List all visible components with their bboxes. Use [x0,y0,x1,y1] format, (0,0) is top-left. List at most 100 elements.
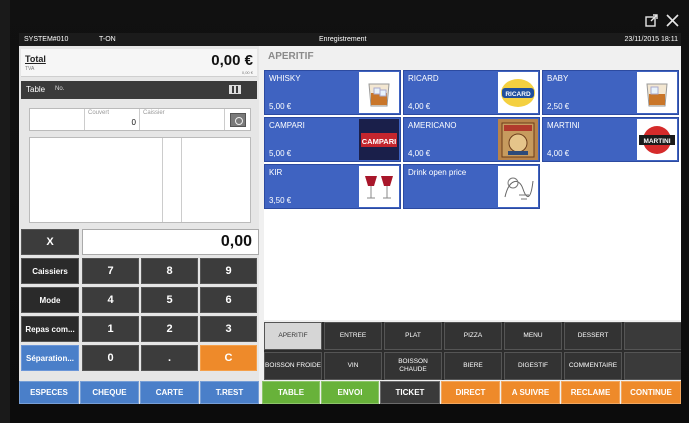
caissiers-button[interactable]: Caissiers [21,258,79,284]
empty-cell [30,109,85,130]
status-bar: SYSTEM#010 T-ON Enregistrement 23/11/201… [19,33,681,46]
ricard-logo-text: RICARD [505,91,531,98]
camera-icon[interactable] [230,113,246,127]
tva-label: TVA [25,66,35,72]
caissier-label: Caissier [143,110,165,116]
product-name: CAMPARI [269,121,305,130]
product-price: 4,00 € [547,149,570,158]
especes-button[interactable]: ESPECES [19,381,79,404]
tab-dessert[interactable]: DESSERT [564,322,622,350]
order-panel: Total TVA 0,00 € 0,00 € Table No. Couver… [19,46,259,404]
amount-display: 0,00 [82,229,259,255]
envoi-button[interactable]: ENVOI [321,381,379,404]
tab-digestif[interactable]: DIGESTIF [504,352,562,380]
campari-logo-icon: CAMPARI [359,119,399,160]
carte-button[interactable]: CARTE [140,381,199,404]
ticket-lines[interactable] [29,137,251,223]
tab-boisson-chaude[interactable]: BOISSON CHAUDE [384,352,442,380]
product-americano[interactable]: AMERICANO 4,00 € [403,117,540,162]
product-name: AMERICANO [408,121,457,130]
system-id: SYSTEM#010 [24,36,69,43]
keypad: X 0,00 Caissiers 7 8 9 Mode 4 5 6 Repas … [19,229,259,404]
product-name: RICARD [408,74,439,83]
a-suivre-button[interactable]: A SUIVRE [501,381,560,404]
separation-button[interactable]: Séparation... [21,345,79,371]
product-price: 4,00 € [408,102,431,111]
product-martini[interactable]: MARTINI 4,00 € MARTINI [542,117,679,162]
table-bar[interactable]: Table No. [21,81,257,99]
direct-button[interactable]: DIRECT [441,381,500,404]
key-2[interactable]: 2 [141,316,198,342]
close-icon[interactable] [666,14,679,29]
tab-vin[interactable]: VIN [324,352,382,380]
tab-empty[interactable] [624,352,681,380]
product-panel: APERITIF WHISKY 5,00 € RICARD 4,00 € RIC… [264,46,681,404]
key-9[interactable]: 9 [200,258,257,284]
product-name: MARTINI [547,121,580,130]
product-name: KIR [269,168,283,177]
americano-poster-icon [498,119,538,160]
couvert-cell[interactable]: Couvert 0 [85,109,140,130]
product-campari[interactable]: CAMPARI 5,00 € CAMPARI [264,117,401,162]
repas-button[interactable]: Repas com... [21,316,79,342]
tab-entree[interactable]: ENTREE [324,322,382,350]
trest-button[interactable]: T.REST [200,381,259,404]
caissier-cell[interactable]: Caissier [140,109,225,130]
product-baby[interactable]: BABY 2,50 € [542,70,679,115]
product-open-price[interactable]: Drink open price [403,164,540,209]
cheque-button[interactable]: CHEQUE [80,381,139,404]
whisky-glass-icon [637,72,677,113]
action-bar: ESPECES CHEQUE CARTE T.REST TABLE ENVOI … [19,381,681,404]
clear-key[interactable]: C [200,345,257,371]
key-6[interactable]: 6 [200,287,257,313]
product-kir[interactable]: KIR 3,50 € [264,164,401,209]
key-3[interactable]: 3 [200,316,257,342]
product-name: WHISKY [269,74,301,83]
x-button[interactable]: X [21,229,79,255]
martini-logo-icon: MARTINI [637,119,677,160]
mode-button[interactable]: Mode [21,287,79,313]
ticket-button[interactable]: TICKET [380,381,440,404]
screen-title: Enregistrement [319,36,367,43]
key-1[interactable]: 1 [82,316,139,342]
product-name: Drink open price [408,168,467,177]
category-title: APERITIF [268,51,314,62]
reclame-button[interactable]: RECLAME [561,381,620,404]
couvert-label: Couvert [88,110,110,116]
key-7[interactable]: 7 [82,258,139,284]
tab-empty[interactable] [624,322,681,350]
total-box: Total TVA 0,00 € 0,00 € [21,49,257,77]
key-5[interactable]: 5 [141,287,198,313]
product-price: 2,50 € [547,102,570,111]
order-info: Couvert 0 Caissier [29,108,251,131]
tab-aperitif[interactable]: APERITIF [264,322,322,350]
table-label: Table [26,85,46,94]
key-8[interactable]: 8 [141,258,198,284]
user-name: T-ON [99,36,116,43]
wine-glasses-icon [359,166,399,207]
tab-plat[interactable]: PLAT [384,322,442,350]
key-0[interactable]: 0 [82,345,139,371]
key-4[interactable]: 4 [82,287,139,313]
tab-biere[interactable]: BIERE [444,352,502,380]
table-grid-icon[interactable] [229,85,241,94]
product-ricard[interactable]: RICARD 4,00 € RICARD [403,70,540,115]
campari-logo-text: CAMPARI [362,137,396,146]
pos-screen: SYSTEM#010 T-ON Enregistrement 23/11/201… [19,33,681,404]
tva-value: 0,00 € [241,70,253,75]
product-whisky[interactable]: WHISKY 5,00 € [264,70,401,115]
tab-pizza[interactable]: PIZZA [444,322,502,350]
key-decimal[interactable]: . [141,345,198,371]
ticket-column-divider [162,138,182,222]
tab-menu[interactable]: MENU [504,322,562,350]
tab-boisson-froide[interactable]: BOISSON FROIDE [264,352,322,380]
continue-button[interactable]: CONTINUE [621,381,681,404]
external-link-icon[interactable] [645,14,658,29]
tab-commentaire[interactable]: COMMENTAIRE [564,352,622,380]
product-grid: WHISKY 5,00 € RICARD 4,00 € RICARD BABY … [264,70,681,320]
martini-logo-text: MARTINI [643,138,670,145]
ricard-logo-icon: RICARD [498,72,538,113]
table-button[interactable]: TABLE [262,381,320,404]
table-number-label: No. [55,86,65,92]
product-price: 5,00 € [269,102,292,111]
